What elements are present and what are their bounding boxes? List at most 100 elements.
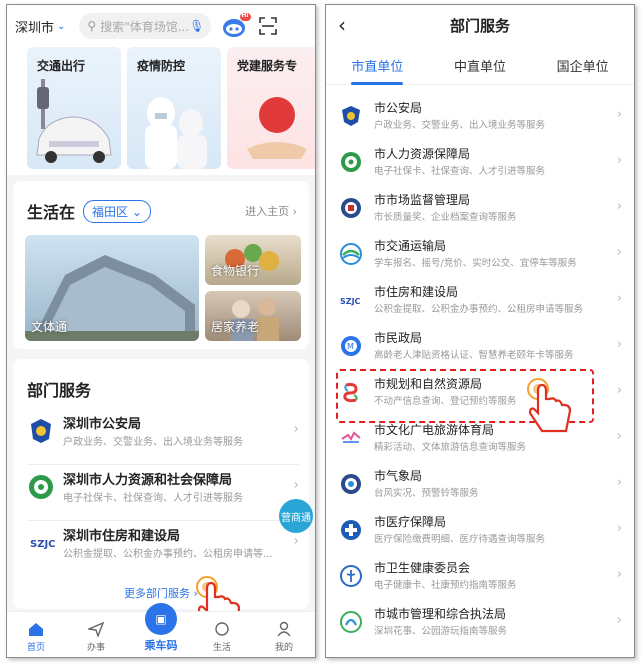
life-title: 生活在 bbox=[27, 203, 76, 222]
tab-bar: 市直单位 中直单位 国企单位 bbox=[326, 49, 634, 85]
list-item[interactable]: 市市场监督管理局 市长质量奖、企业档案查询等服务 › bbox=[326, 187, 634, 233]
dept-desc: 深圳花事、公园游玩指南等服务 bbox=[374, 626, 508, 637]
left-screen: 深圳市 ⌄ ⚲ 搜索"体育场馆... 🎙 Hi 交通出行 疫情防控 党建服务专 … bbox=[6, 4, 316, 658]
home-icon bbox=[29, 623, 43, 636]
image-card-food-bank[interactable]: 食物银行 bbox=[205, 235, 301, 285]
tab-soe-units[interactable]: 国企单位 bbox=[531, 49, 634, 84]
list-item[interactable]: M 市民政局 高龄老人津贴资格认证、智慧养老颐年卡等服务 › bbox=[326, 325, 634, 371]
dept-desc: 电子社保卡、社保查询、人才引进等服务 bbox=[63, 493, 243, 504]
district-selector[interactable]: 福田区 ⌄ bbox=[83, 199, 151, 223]
user-icon bbox=[277, 621, 291, 637]
list-item[interactable]: 市气象局 台风实况、预警铃等服务 › bbox=[326, 463, 634, 509]
list-item[interactable]: 市医疗保障局 医疗保险缴费明细、医疗待遇查询等服务 › bbox=[326, 509, 634, 555]
nav-home[interactable]: 首页 bbox=[11, 621, 61, 653]
right-screen: ‹ 部门服务 市直单位 中直单位 国企单位 市公安局 户政业务、交警业务、出入境… bbox=[325, 4, 635, 658]
nav-life[interactable]: 生活 bbox=[197, 621, 247, 653]
image-card-elderly-care[interactable]: 居家养老 bbox=[205, 291, 301, 341]
more-dept-label: 更多部门服务 bbox=[124, 587, 191, 600]
list-item[interactable]: 市交通运输局 学车报名、摇号/竞价、实时公交、宜停车等服务 › bbox=[326, 233, 634, 279]
dept-name: 深圳市公安局 bbox=[63, 417, 142, 432]
dept-desc: 公积金提取、公积金办事预约、公租房申请等服务 bbox=[374, 304, 584, 315]
chevron-right-icon: › bbox=[616, 199, 622, 214]
category-card-party[interactable]: 党建服务专 bbox=[227, 47, 315, 169]
scan-icon[interactable] bbox=[259, 17, 278, 35]
life-section: 生活在 福田区 ⌄ 进入主页 › 文体通 食物银行 居家养老 bbox=[13, 181, 309, 349]
svg-text:SZJC: SZJC bbox=[340, 297, 361, 306]
chevron-right-icon: › bbox=[616, 107, 622, 122]
dept-name: 市公安局 bbox=[374, 101, 423, 115]
nav-home-label: 首页 bbox=[26, 643, 45, 653]
dept-desc: 电子社保卡、社保查询、人才引进等服务 bbox=[374, 166, 546, 177]
chevron-right-icon: › bbox=[616, 383, 622, 398]
culture-tourism-icon bbox=[341, 431, 361, 443]
image-card-sports[interactable]: 文体通 bbox=[25, 235, 199, 341]
city-label: 深圳市 bbox=[15, 20, 55, 36]
market-supervision-icon bbox=[341, 198, 361, 218]
send-icon bbox=[88, 621, 104, 637]
enter-home-link[interactable]: 进入主页 › bbox=[245, 203, 297, 219]
dept-name: 市医疗保障局 bbox=[374, 515, 447, 529]
category-card-traffic[interactable]: 交通出行 bbox=[27, 47, 121, 169]
list-item[interactable]: SZJC 市住房和建设局 公积金提取、公积金办事预约、公租房申请等服务 › bbox=[326, 279, 634, 325]
police-badge-icon bbox=[31, 419, 51, 443]
health-commission-icon bbox=[340, 565, 362, 587]
dept-desc: 学车报名、摇号/竞价、实时公交、宜停车等服务 bbox=[374, 258, 577, 269]
dept-name: 深圳市住房和建设局 bbox=[63, 529, 181, 544]
dept-name: 市卫生健康委员会 bbox=[374, 561, 471, 575]
more-dept-link[interactable]: 更多部门服务 › bbox=[13, 585, 309, 601]
police-badge-icon bbox=[342, 106, 360, 126]
back-arrow-icon[interactable]: ‹ bbox=[338, 13, 346, 37]
search-icon: ⚲ bbox=[87, 19, 97, 33]
dept-name: 市气象局 bbox=[374, 469, 423, 483]
image-label-sports: 文体通 bbox=[31, 320, 68, 334]
list-item[interactable]: 市卫生健康委员会 电子健康卡、社康预约指南等服务 › bbox=[326, 555, 634, 601]
civil-affairs-icon: M bbox=[341, 336, 361, 356]
tab-central-units[interactable]: 中直单位 bbox=[429, 49, 532, 84]
city-selector[interactable]: 深圳市 ⌄ bbox=[15, 17, 65, 36]
dept-section: 部门服务 深圳市公安局 户政业务、交警业务、出入境业务等服务 › 深圳市人力资源… bbox=[13, 359, 309, 609]
dept-item-housing[interactable]: SZJC 深圳市住房和建设局 公积金提取、公积金办事预约、公租房申请等... › bbox=[27, 521, 299, 577]
bottom-nav: 首页 办事 ▣ 乘车码 生活 我的 bbox=[7, 603, 315, 657]
category-card-epidemic[interactable]: 疫情防控 bbox=[127, 47, 221, 169]
life-icon bbox=[215, 622, 229, 636]
dept-desc: 台风实况、预警铃等服务 bbox=[374, 488, 479, 499]
list-item[interactable]: 市人力资源保障局 电子社保卡、社保查询、人才引进等服务 › bbox=[326, 141, 634, 187]
hr-emblem-icon bbox=[341, 152, 361, 172]
dept-desc: 户政业务、交警业务、出入境业务等服务 bbox=[63, 437, 243, 448]
assistant-robot-icon[interactable]: Hi bbox=[221, 12, 252, 40]
bus-icon: ▣ bbox=[145, 603, 177, 635]
dept-item-police[interactable]: 深圳市公安局 户政业务、交警业务、出入境业务等服务 › bbox=[27, 409, 299, 465]
chevron-right-icon: › bbox=[616, 429, 622, 444]
pointer-hand-icon bbox=[527, 378, 572, 433]
dept-name: 市市场监督管理局 bbox=[374, 193, 471, 207]
business-pill-button[interactable]: 营商通 bbox=[279, 499, 313, 533]
city-management-icon bbox=[340, 611, 362, 633]
chevron-down-icon: ⌄ bbox=[57, 20, 66, 32]
list-item[interactable]: 市文化广电旅游体育局 精彩活动、文体旅游信息查询等服务 › bbox=[326, 417, 634, 463]
list-item[interactable]: 市公安局 户政业务、交警业务、出入境业务等服务 › bbox=[326, 95, 634, 141]
dept-desc: 市长质量奖、企业档案查询等服务 bbox=[374, 212, 517, 223]
dept-desc: 精彩活动、文体旅游信息查询等服务 bbox=[374, 442, 527, 453]
dept-name: 深圳市人力资源和社会保障局 bbox=[63, 473, 233, 488]
nav-life-label: 生活 bbox=[212, 643, 231, 653]
chevron-right-icon: › bbox=[293, 477, 299, 493]
dept-name: 市住房和建设局 bbox=[374, 285, 459, 299]
nav-bus-code[interactable]: ▣ 乘车码 bbox=[133, 603, 189, 653]
robot-badge: Hi bbox=[241, 12, 249, 19]
nav-work[interactable]: 办事 bbox=[71, 621, 121, 653]
dept-name: 市人力资源保障局 bbox=[374, 147, 471, 161]
szjc-logo-icon: SZJC bbox=[29, 535, 55, 550]
dept-desc: 电子健康卡、社康预约指南等服务 bbox=[374, 580, 517, 591]
microphone-icon[interactable]: 🎙 bbox=[189, 19, 204, 33]
nav-mine[interactable]: 我的 bbox=[259, 621, 309, 653]
enter-home-label: 进入主页 bbox=[245, 205, 290, 218]
chevron-right-icon: › bbox=[293, 421, 299, 437]
nav-bus-label: 乘车码 bbox=[144, 639, 178, 652]
dept-item-hr[interactable]: 深圳市人力资源和社会保障局 电子社保卡、社保查询、人才引进等服务 › bbox=[27, 465, 299, 521]
dept-desc: 高龄老人津贴资格认证、智慧养老颐年卡等服务 bbox=[374, 350, 574, 361]
dept-name: 市民政局 bbox=[374, 331, 423, 345]
header: ‹ 部门服务 bbox=[326, 5, 634, 45]
search-input[interactable]: ⚲ 搜索"体育场馆... 🎙 bbox=[79, 13, 212, 39]
list-item[interactable]: 市城市管理和综合执法局 深圳花事、公园游玩指南等服务 › bbox=[326, 601, 634, 647]
tab-city-units[interactable]: 市直单位 bbox=[326, 49, 429, 85]
